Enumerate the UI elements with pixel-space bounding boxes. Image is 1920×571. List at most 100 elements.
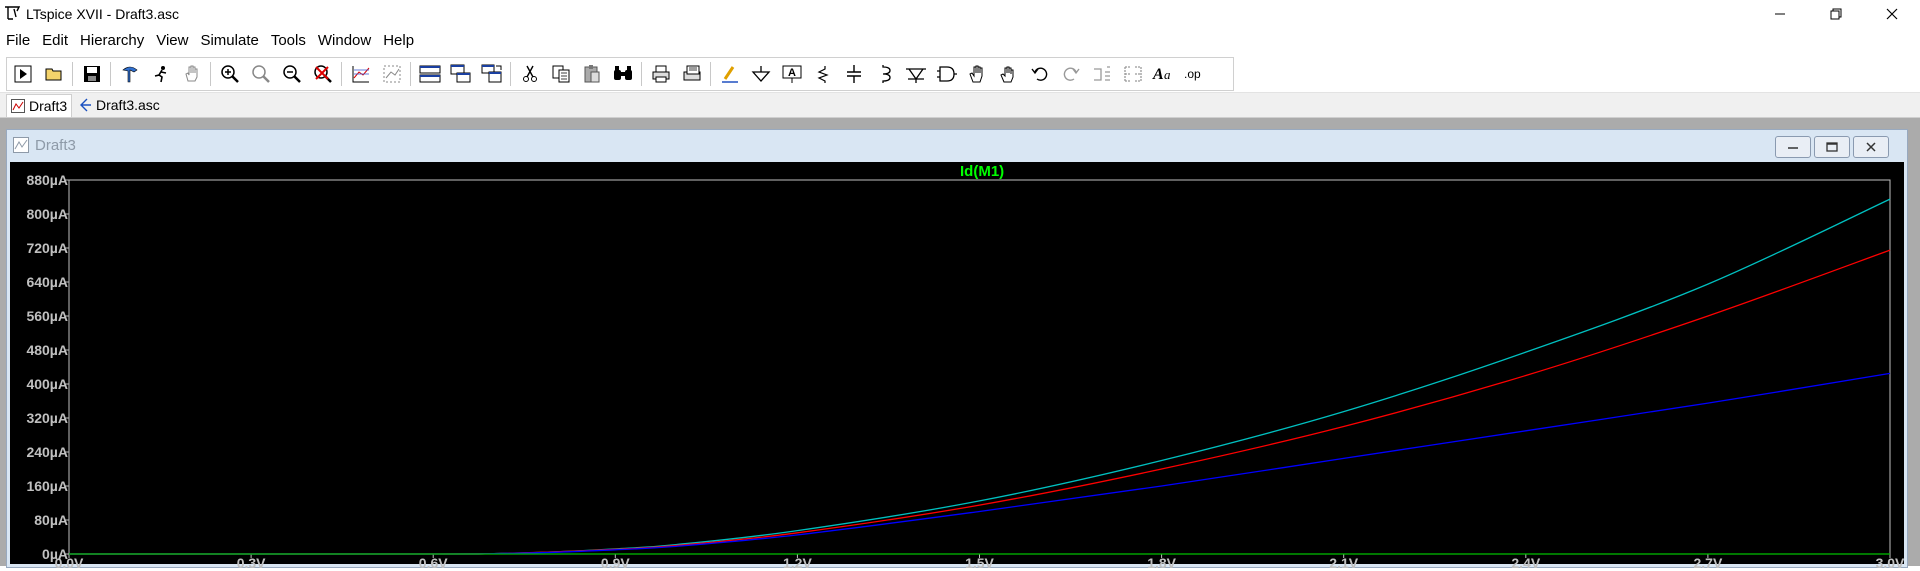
- x-tick-label: 2.7V: [1693, 555, 1723, 571]
- find-icon: [613, 66, 632, 80]
- spice-directive-icon: .op: [1184, 67, 1201, 81]
- capacitor-icon: [846, 65, 861, 83]
- zoom-cancel-icon: [313, 65, 332, 83]
- toolbar-separator: [410, 62, 411, 86]
- tile-horizontal-button[interactable]: [414, 59, 445, 89]
- tile-vertical-button[interactable]: [476, 59, 507, 89]
- svg-text:a: a: [1164, 67, 1171, 82]
- rotate-icon: [1093, 66, 1110, 81]
- resistor-button[interactable]: [807, 59, 838, 89]
- zoom-out-button[interactable]: [276, 59, 307, 89]
- halt-button[interactable]: [145, 59, 176, 89]
- wire-icon: [721, 66, 738, 83]
- toolbar: A Aa .op: [0, 54, 1920, 93]
- x-tick-label: 2.4V: [1511, 555, 1541, 571]
- restore-button[interactable]: [1808, 0, 1864, 28]
- menu-bar: File Edit Hierarchy View Simulate Tools …: [0, 29, 420, 53]
- autorange-icon: [352, 66, 369, 83]
- y-tick-label: 400µA: [26, 376, 68, 392]
- component-icon: [936, 66, 957, 82]
- document-tab-bar: Draft3 Draft3.asc: [0, 93, 1920, 118]
- pan-button[interactable]: [176, 59, 207, 89]
- find-button[interactable]: [607, 59, 638, 89]
- run-button[interactable]: [7, 59, 38, 89]
- zoom-in-button[interactable]: [214, 59, 245, 89]
- diode-button[interactable]: [900, 59, 931, 89]
- toolbar-separator: [210, 62, 211, 86]
- menu-simulate[interactable]: Simulate: [194, 29, 264, 53]
- redo-button[interactable]: [1055, 59, 1086, 89]
- y-tick-label: 240µA: [26, 444, 68, 460]
- mirror-button[interactable]: [1117, 59, 1148, 89]
- text-button[interactable]: Aa: [1148, 59, 1179, 89]
- grid-button[interactable]: [376, 59, 407, 89]
- open-icon: [45, 68, 61, 81]
- inductor-button[interactable]: [869, 59, 900, 89]
- zoom-area-button[interactable]: [245, 59, 276, 89]
- wire-button[interactable]: [714, 59, 745, 89]
- tab-draft3-schematic[interactable]: Draft3.asc: [74, 94, 168, 116]
- drag-button[interactable]: [993, 59, 1024, 89]
- plot-maximize-button[interactable]: [1814, 136, 1850, 158]
- menu-help[interactable]: Help: [377, 29, 420, 53]
- menu-edit[interactable]: Edit: [36, 29, 74, 53]
- waveform-icon: [11, 99, 25, 113]
- diode-icon: [905, 68, 926, 83]
- cut-icon: [522, 65, 537, 82]
- copy-button[interactable]: [545, 59, 576, 89]
- x-tick-label: 0.6V: [418, 555, 448, 571]
- undo-button[interactable]: [1024, 59, 1055, 89]
- inductor-icon: [881, 65, 891, 83]
- y-tick-label: 640µA: [26, 274, 68, 290]
- plot-minimize-button[interactable]: [1775, 136, 1811, 158]
- component-button[interactable]: [931, 59, 962, 89]
- svg-text:A: A: [788, 67, 796, 79]
- toolbar-strip: A Aa .op: [6, 57, 1234, 91]
- run-icon: [14, 65, 31, 83]
- tile-vertical-icon: [481, 64, 501, 83]
- capacitor-button[interactable]: [838, 59, 869, 89]
- y-tick-label: 480µA: [26, 342, 68, 358]
- title-bar: LTspice XVII - Draft3.asc: [0, 0, 1920, 28]
- menu-hierarchy[interactable]: Hierarchy: [74, 29, 150, 53]
- print-button[interactable]: [645, 59, 676, 89]
- cut-button[interactable]: [514, 59, 545, 89]
- tab-draft3-plot[interactable]: Draft3: [6, 94, 72, 117]
- save-button[interactable]: [76, 59, 107, 89]
- print-preview-button[interactable]: [676, 59, 707, 89]
- toolbar-separator: [641, 62, 642, 86]
- menu-tools[interactable]: Tools: [265, 29, 312, 53]
- label-button[interactable]: A: [776, 59, 807, 89]
- undo-icon: [1030, 67, 1047, 81]
- y-tick-label: 160µA: [26, 478, 68, 494]
- plot-area[interactable]: Id(M1) 880µA 800µA 720µA 640µA 560µA 480µA 400…: [10, 162, 1904, 571]
- halt-icon: [154, 66, 166, 83]
- x-tick-label: 2.1V: [1329, 555, 1359, 571]
- toolbar-separator: [72, 62, 73, 86]
- plot-frame: [68, 179, 1891, 555]
- zoom-cancel-button[interactable]: [307, 59, 338, 89]
- ground-button[interactable]: [745, 59, 776, 89]
- paste-button[interactable]: [576, 59, 607, 89]
- menu-view[interactable]: View: [150, 29, 194, 53]
- plot-close-button[interactable]: [1853, 136, 1889, 158]
- cascade-button[interactable]: [445, 59, 476, 89]
- move-button[interactable]: [962, 59, 993, 89]
- minimize-button[interactable]: [1752, 0, 1808, 28]
- open-button[interactable]: [38, 59, 69, 89]
- close-button[interactable]: [1864, 0, 1920, 28]
- spice-directive-button[interactable]: .op: [1179, 59, 1210, 89]
- menu-window[interactable]: Window: [312, 29, 377, 53]
- tile-horizontal-icon: [419, 65, 440, 83]
- print-icon: [652, 65, 669, 83]
- svg-text:.op: .op: [1184, 67, 1201, 81]
- menu-file[interactable]: File: [0, 29, 36, 53]
- waveform-chart: [64, 179, 1891, 558]
- control-panel-button[interactable]: [114, 59, 145, 89]
- x-tick-label: 0.9V: [600, 555, 630, 571]
- text-icon: Aa: [1152, 66, 1171, 83]
- schematic-icon: [80, 98, 91, 112]
- rotate-button[interactable]: [1086, 59, 1117, 89]
- print-preview-icon: [683, 65, 700, 81]
- autorange-button[interactable]: [345, 59, 376, 89]
